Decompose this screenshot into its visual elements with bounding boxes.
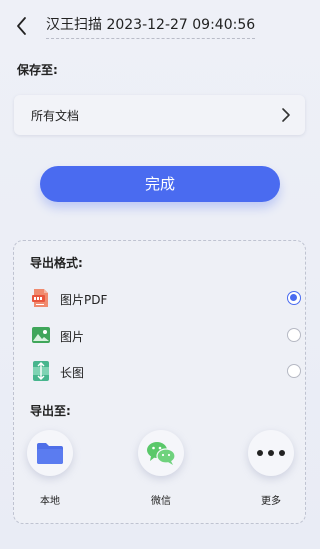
more-icon xyxy=(257,450,285,456)
back-button[interactable] xyxy=(12,14,32,38)
pdf-icon xyxy=(32,289,48,307)
format-option-image-pdf[interactable]: 图片PDF xyxy=(32,288,302,312)
destination-more[interactable]: 更多 xyxy=(241,430,301,507)
format-option-label: 长图 xyxy=(60,366,85,380)
long-image-icon xyxy=(33,361,49,381)
wechat-icon xyxy=(147,442,176,465)
chevron-left-icon xyxy=(17,17,26,35)
destination-label: 更多 xyxy=(261,496,281,507)
export-to-label: 导出至: xyxy=(30,404,71,418)
format-option-label: 图片 xyxy=(60,330,85,344)
format-option-image[interactable]: 图片 xyxy=(32,325,302,349)
folder-icon xyxy=(37,443,63,464)
radio-selected[interactable] xyxy=(287,291,301,305)
format-option-long-image[interactable]: 长图 xyxy=(32,361,302,385)
destination-label: 微信 xyxy=(151,496,171,507)
chevron-right-icon xyxy=(282,108,290,122)
destination-label: 本地 xyxy=(40,496,60,507)
save-location-value: 所有文档 xyxy=(31,109,80,123)
format-option-label: 图片PDF xyxy=(60,293,108,307)
image-icon xyxy=(32,327,50,343)
destination-local[interactable]: 本地 xyxy=(20,430,80,507)
save-location-selector[interactable]: 所有文档 xyxy=(14,95,305,135)
export-panel: 导出格式: 图片PDF 图片 长图 导出至: 本地 微信 更多 xyxy=(13,240,306,524)
document-title[interactable]: 汉王扫描 2023-12-27 09:40:56 xyxy=(46,14,256,39)
header: 汉王扫描 2023-12-27 09:40:56 xyxy=(0,0,320,52)
radio-unselected[interactable] xyxy=(287,364,301,378)
radio-unselected[interactable] xyxy=(287,328,301,342)
destination-wechat[interactable]: 微信 xyxy=(131,430,191,507)
export-format-label: 导出格式: xyxy=(30,256,83,270)
save-to-label: 保存至: xyxy=(17,63,58,77)
done-button[interactable]: 完成 xyxy=(40,166,280,202)
